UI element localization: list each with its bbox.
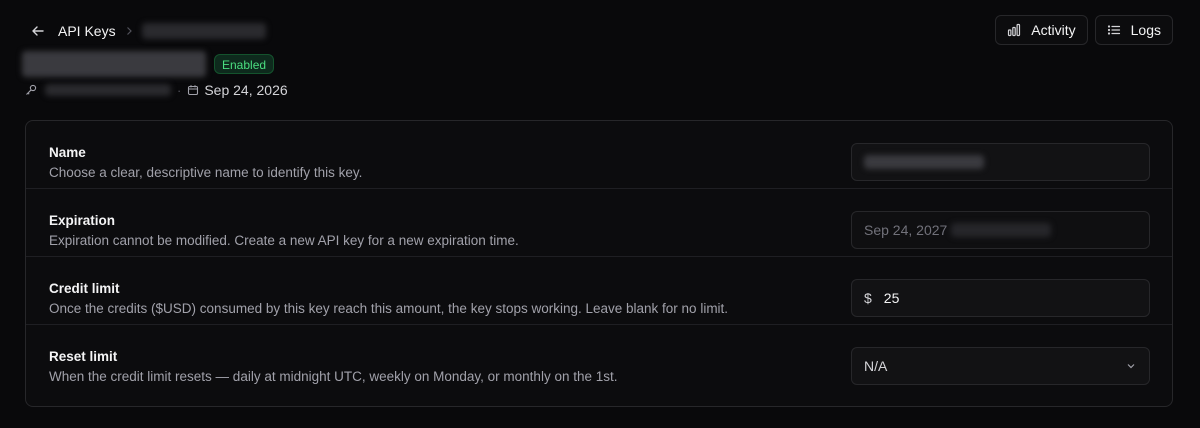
expiration-value: Sep 24, 2027 xyxy=(864,222,948,238)
key-icon xyxy=(25,84,37,96)
activity-button[interactable]: Activity xyxy=(995,15,1088,45)
credit-limit-value: 25 xyxy=(883,290,900,306)
credit-limit-setting-row: Credit limit Once the credits ($USD) con… xyxy=(26,257,1172,325)
breadcrumb-current-key-redacted xyxy=(141,23,266,39)
reset-limit-select[interactable]: N/A xyxy=(851,347,1150,385)
name-input[interactable] xyxy=(851,143,1150,181)
credit-limit-setting-title: Credit limit xyxy=(49,281,120,296)
credit-limit-setting-description: Once the credits ($USD) consumed by this… xyxy=(49,301,729,316)
breadcrumb: API Keys xyxy=(30,20,266,42)
expiration-setting-description: Expiration cannot be modified. Create a … xyxy=(49,233,519,248)
breadcrumb-api-keys-link[interactable]: API Keys xyxy=(58,23,116,39)
logs-button-label: Logs xyxy=(1130,22,1161,38)
expiration-setting-row: Expiration Expiration cannot be modified… xyxy=(26,189,1172,257)
name-input-value-redacted xyxy=(864,155,984,169)
chevron-right-icon xyxy=(124,26,134,36)
key-settings-card: Name Choose a clear, descriptive name to… xyxy=(25,120,1173,407)
key-name-title-redacted xyxy=(22,51,206,77)
top-actions: Activity Logs xyxy=(995,15,1173,45)
list-icon xyxy=(1107,23,1121,37)
bar-chart-icon xyxy=(1007,23,1021,37)
currency-symbol: $ xyxy=(864,290,872,306)
expiration-field: Sep 24, 2027 xyxy=(851,211,1150,249)
activity-button-label: Activity xyxy=(1031,22,1076,38)
logs-button[interactable]: Logs xyxy=(1094,15,1173,45)
key-title-row: Enabled xyxy=(22,50,275,78)
credit-limit-input[interactable]: $ 25 xyxy=(851,279,1150,317)
chevron-down-icon xyxy=(1125,360,1137,372)
name-setting-title: Name xyxy=(49,145,86,160)
back-arrow-icon[interactable] xyxy=(30,23,46,39)
key-meta-row: · Sep 24, 2026 xyxy=(25,82,288,98)
name-setting-row: Name Choose a clear, descriptive name to… xyxy=(26,121,1172,189)
api-key-detail-page: API Keys Enabled · Sep 24, 2026 Activity… xyxy=(0,0,1200,428)
calendar-icon xyxy=(187,84,199,96)
expiration-time-redacted xyxy=(951,223,1052,237)
created-date: Sep 24, 2026 xyxy=(204,82,288,98)
reset-limit-selected-value: N/A xyxy=(864,358,888,374)
reset-limit-setting-row: Reset limit When the credit limit resets… xyxy=(26,325,1172,393)
reset-limit-setting-description: When the credit limit resets — daily at … xyxy=(49,369,618,384)
name-setting-description: Choose a clear, descriptive name to iden… xyxy=(49,165,363,180)
reset-limit-setting-title: Reset limit xyxy=(49,349,118,364)
meta-separator: · xyxy=(177,82,182,98)
key-prefix-redacted xyxy=(45,84,171,96)
status-badge: Enabled xyxy=(214,54,275,74)
expiration-setting-title: Expiration xyxy=(49,213,116,228)
